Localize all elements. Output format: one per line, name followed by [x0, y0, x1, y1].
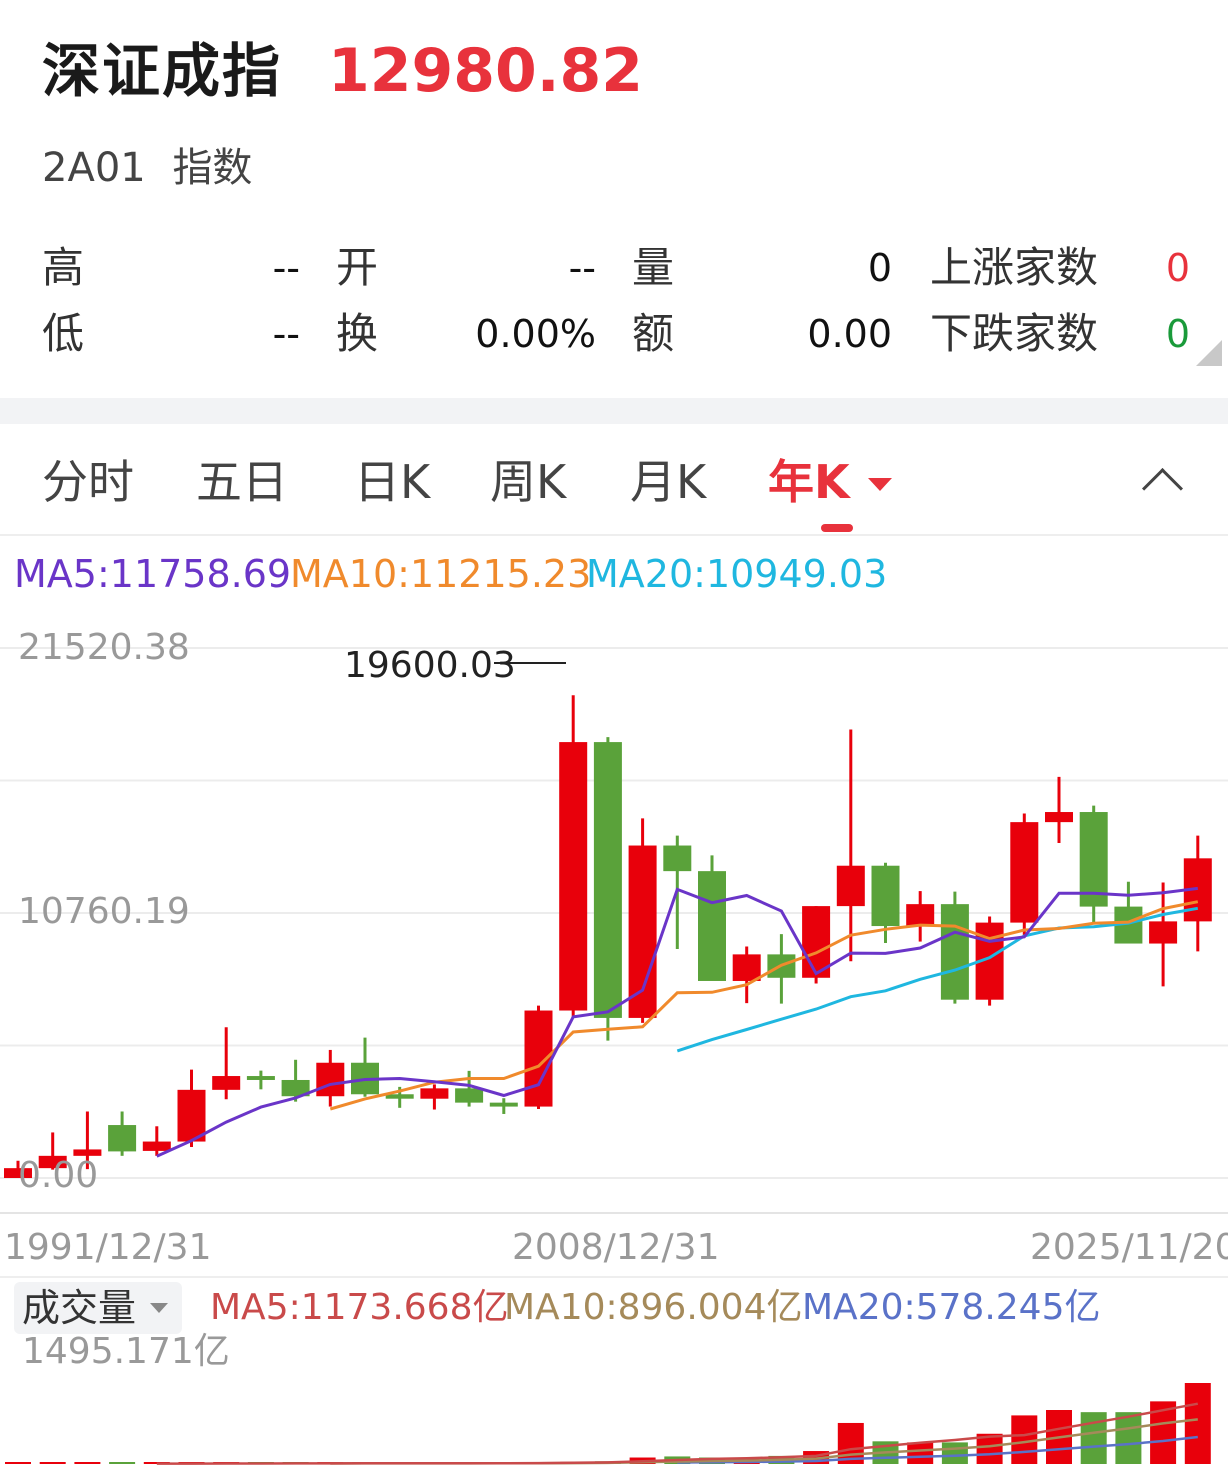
- y-axis-min: 0.00: [18, 1155, 99, 1196]
- index-price: 12980.82: [328, 36, 644, 106]
- up-count-value: 0: [1165, 246, 1190, 290]
- y-axis-max: 21520.38: [18, 627, 190, 668]
- tab-five-day[interactable]: 五日: [196, 450, 288, 514]
- candle-body: [455, 1088, 484, 1103]
- ma5-legend: MA5:11758.69: [14, 552, 292, 596]
- candle-body: [559, 742, 588, 1011]
- active-tab-indicator: [821, 524, 853, 532]
- volume-divider: [0, 1276, 1228, 1278]
- volume-bar: [109, 1462, 136, 1464]
- vol-ma5-line: [156, 1402, 1199, 1465]
- open-value: --: [568, 246, 596, 290]
- x-axis-end: 2025/11/20: [1030, 1227, 1228, 1268]
- high-value: --: [272, 246, 300, 290]
- vol-ma10-legend: MA10:896.004亿: [504, 1287, 803, 1328]
- candle-body: [871, 865, 900, 927]
- expand-corner-icon[interactable]: [1196, 340, 1222, 366]
- x-axis-mid: 2008/12/31: [512, 1227, 720, 1268]
- x-axis-line: [0, 1212, 1228, 1214]
- candle-body: [420, 1088, 449, 1099]
- volume-bar: [5, 1462, 31, 1464]
- candle-body: [489, 1102, 518, 1107]
- tab-yearly-k[interactable]: 年K: [768, 450, 850, 514]
- volume-bar: [941, 1442, 968, 1464]
- candle-body: [593, 742, 622, 1018]
- peak-annotation: 19600.03: [344, 645, 516, 686]
- down-count-value: 0: [1165, 312, 1190, 356]
- tab-divider: [0, 534, 1228, 536]
- candle-body: [212, 1076, 241, 1090]
- tab-weekly-k[interactable]: 周K: [490, 450, 566, 514]
- volume-bar: [907, 1442, 934, 1464]
- turnover-value: 0.00%: [475, 312, 596, 356]
- volume-bar: [39, 1462, 66, 1464]
- volume-bar: [1184, 1383, 1211, 1464]
- ma10-line: [329, 900, 1199, 1111]
- vol-ma20-legend: MA20:578.245亿: [802, 1287, 1101, 1328]
- candle-body: [906, 904, 935, 927]
- index-code-value: 2A01: [42, 145, 146, 191]
- candle-body: [246, 1076, 275, 1080]
- down-count-label: 下跌家数: [930, 309, 1099, 358]
- candle-body: [663, 845, 692, 872]
- volume-value: 0: [867, 246, 892, 290]
- volume-dropdown-icon[interactable]: [150, 1303, 168, 1313]
- turnover-label: 换: [336, 309, 379, 358]
- candle-body: [940, 904, 969, 1000]
- index-code: 2A01 指数: [42, 140, 252, 196]
- candle-body: [142, 1141, 171, 1151]
- volume-bar: [74, 1462, 101, 1464]
- candle-body: [628, 845, 657, 1018]
- collapse-chevron-icon[interactable]: [1141, 467, 1184, 510]
- tab-monthly-k[interactable]: 月K: [630, 450, 706, 514]
- section-divider: [0, 398, 1228, 424]
- amount-value: 0.00: [807, 312, 892, 356]
- tab-intraday[interactable]: 分时: [42, 450, 134, 514]
- high-label: 高: [42, 243, 85, 292]
- candle-body: [108, 1125, 137, 1152]
- peak-annotation-line: [494, 662, 566, 664]
- candle-body: [316, 1062, 345, 1097]
- candle-body: [1045, 812, 1073, 823]
- candle-body: [836, 865, 865, 907]
- candle-body: [1010, 822, 1039, 923]
- low-value: --: [272, 312, 300, 356]
- x-axis-start: 1991/12/31: [4, 1227, 212, 1268]
- up-count-label: 上涨家数: [930, 243, 1099, 292]
- volume-label: 量: [632, 243, 675, 292]
- y-axis-mid: 10760.19: [18, 891, 190, 932]
- period-dropdown-icon[interactable]: [868, 478, 892, 491]
- ma10-legend: MA10:11215.23: [290, 552, 592, 596]
- index-name: 深证成指: [42, 37, 283, 105]
- ma20-legend: MA20:10949.03: [586, 552, 888, 596]
- candle-body: [385, 1094, 414, 1099]
- volume-title[interactable]: 成交量: [22, 1282, 136, 1334]
- open-label: 开: [336, 243, 379, 292]
- volume-chart[interactable]: [0, 1356, 1228, 1468]
- volume-bar: [1115, 1412, 1142, 1464]
- vol-ma5-legend: MA5:1173.668亿: [210, 1287, 509, 1328]
- tab-daily-k[interactable]: 日K: [354, 450, 430, 514]
- candle-body: [1149, 921, 1178, 944]
- amount-label: 额: [632, 309, 675, 358]
- candle-body: [698, 871, 726, 981]
- index-category: 指数: [172, 145, 253, 191]
- candle-body: [732, 954, 761, 981]
- low-label: 低: [42, 309, 85, 358]
